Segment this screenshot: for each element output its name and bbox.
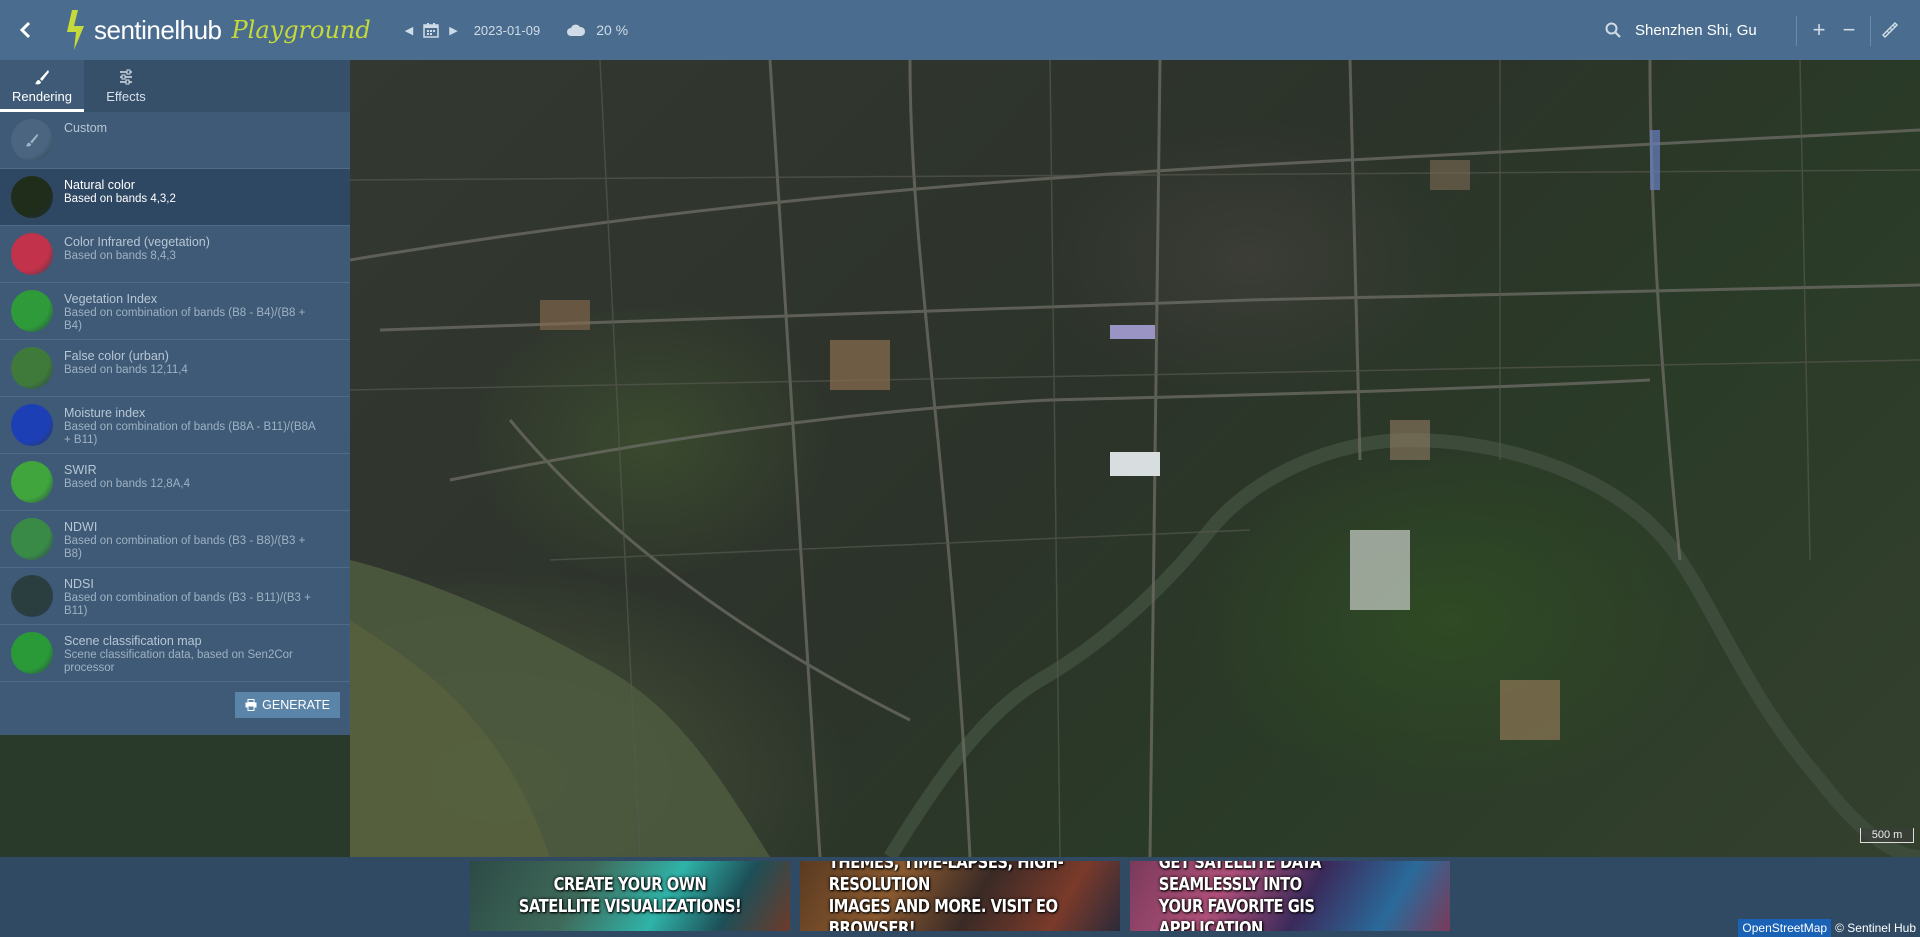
layer-item-scene-classification-map[interactable]: Scene classification map Scene classifica… <box>0 625 350 682</box>
cloud-value: 20 % <box>596 22 629 38</box>
layer-name: Custom <box>64 121 108 135</box>
logo-subtitle: Playground <box>231 16 371 44</box>
layer-thumbnail <box>11 233 53 275</box>
layer-thumbnail <box>11 461 53 503</box>
map-attribution: OpenStreetMap © Sentinel Hub <box>1738 919 1920 937</box>
layer-item-ndsi[interactable]: NDSI Based on combination of bands (B3 - … <box>0 568 350 625</box>
layer-name: NDSI <box>64 577 94 591</box>
brush-icon <box>35 70 49 85</box>
banner-gis-application[interactable]: GET SATELLITE DATA SEAMLESSLY INTO YOUR … <box>1130 861 1450 931</box>
scale-bar: 500 m <box>1860 828 1914 843</box>
layer-name: Color Infrared (vegetation) <box>64 235 210 249</box>
layer-thumbnail <box>11 632 53 674</box>
layer-name: Scene classification map <box>64 634 202 648</box>
banner-line: CREATE YOUR OWN <box>553 874 707 895</box>
layer-thumbnail <box>11 404 53 446</box>
date-control: ◀ ▶ 2023-01-09 <box>399 22 540 38</box>
layer-item-natural-color[interactable]: Natural color Based on bands 4,3,2 <box>0 169 350 226</box>
layer-thumbnail <box>11 518 53 560</box>
divider <box>1796 16 1797 46</box>
layer-name: SWIR <box>64 463 97 477</box>
back-button[interactable] <box>0 0 50 60</box>
cloud-coverage[interactable]: 20 % <box>566 22 628 38</box>
layer-description: Based on bands 8,4,3 <box>64 250 176 262</box>
layer-name: False color (urban) <box>64 349 169 363</box>
layer-description: Based on bands 4,3,2 <box>64 193 176 205</box>
layer-thumbnail <box>11 176 53 218</box>
brush-icon <box>11 119 53 161</box>
tab-effects[interactable]: Effects <box>84 60 168 112</box>
banner-line: THEMES, TIME-LAPSES, HIGH-RESOLUTION <box>828 861 1064 895</box>
search-box <box>1605 0 1767 60</box>
layer-item-custom[interactable]: Custom <box>0 112 350 169</box>
banner-line: YOUR FAVORITE GIS APPLICATION <box>1158 896 1315 931</box>
layer-name: NDWI <box>64 520 98 534</box>
calendar-icon[interactable] <box>423 22 439 38</box>
osm-attribution-link[interactable]: OpenStreetMap <box>1738 919 1832 937</box>
panel-tabs: Rendering Effects <box>0 60 350 112</box>
layer-item-swir[interactable]: SWIR Based on bands 12,8A,4 <box>0 454 350 511</box>
zoom-in-button[interactable]: + <box>1803 0 1835 60</box>
tab-rendering[interactable]: Rendering <box>0 60 84 112</box>
search-icon[interactable] <box>1605 22 1621 38</box>
layer-description: Based on combination of bands (B8A - B11… <box>64 421 316 446</box>
logo-text: sentinelhub <box>94 14 222 45</box>
sentinelhub-attribution: © Sentinel Hub <box>1835 921 1916 935</box>
layer-item-moisture-index[interactable]: Moisture index Based on combination of ba… <box>0 397 350 454</box>
layer-list: Custom Natural color Based on bands 4,3,2 C… <box>0 112 350 682</box>
layer-item-color-infrared-vegetation[interactable]: Color Infrared (vegetation) Based on band… <box>0 226 350 283</box>
printer-icon <box>245 699 257 711</box>
tab-label: Effects <box>106 89 146 104</box>
layer-description: Based on bands 12,8A,4 <box>64 478 190 490</box>
layer-item-vegetation-index[interactable]: Vegetation Index Based on combination of … <box>0 283 350 340</box>
zoom-out-button[interactable]: − <box>1833 0 1865 60</box>
layer-thumbnail <box>11 347 53 389</box>
logo[interactable]: sentinelhub Playground <box>50 0 371 60</box>
date-value[interactable]: 2023-01-09 <box>474 23 541 38</box>
layer-thumbnail <box>11 575 53 617</box>
sentinelhub-logo-icon <box>67 10 84 50</box>
chevron-left-icon <box>19 21 31 39</box>
layer-description: Based on bands 12,11,4 <box>64 364 188 376</box>
layer-description: Based on combination of bands (B8 - B4)/… <box>64 307 306 332</box>
layer-description: Based on combination of bands (B3 - B8)/… <box>64 535 306 560</box>
search-input[interactable] <box>1633 14 1767 46</box>
layer-item-false-color-urban[interactable]: False color (urban) Based on bands 12,11,… <box>0 340 350 397</box>
layer-name: Natural color <box>64 178 135 192</box>
layer-description: Based on combination of bands (B3 - B11)… <box>64 592 311 617</box>
banner-line: GET SATELLITE DATA SEAMLESSLY INTO <box>1158 861 1322 895</box>
measure-button[interactable] <box>1874 0 1906 60</box>
layers-panel: Rendering Effects Custom Natural color Bas… <box>0 60 350 735</box>
ruler-icon <box>1881 21 1899 39</box>
divider <box>1870 16 1871 46</box>
layer-name: Moisture index <box>64 406 146 420</box>
banner-line: IMAGES AND MORE. VISIT EO BROWSER! <box>828 896 1058 931</box>
banner-eo-browser[interactable]: THEMES, TIME-LAPSES, HIGH-RESOLUTION IMA… <box>800 861 1120 931</box>
banner-create-visualizations[interactable]: CREATE YOUR OWN SATELLITE VISUALIZATIONS… <box>470 861 790 931</box>
generate-label: GENERATE <box>262 698 330 712</box>
sliders-icon <box>120 69 132 85</box>
next-date-button[interactable]: ▶ <box>449 24 457 37</box>
map-features <box>350 60 1920 857</box>
banner-line: SATELLITE VISUALIZATIONS! <box>518 896 742 917</box>
layer-name: Vegetation Index <box>64 292 158 306</box>
top-bar: sentinelhub Playground ◀ ▶ 2023-01-09 20… <box>0 0 1920 60</box>
prev-date-button[interactable]: ◀ <box>405 24 413 37</box>
layer-thumbnail <box>11 290 53 332</box>
cloud-icon <box>567 24 586 36</box>
bottom-bar: CREATE YOUR OWN SATELLITE VISUALIZATIONS… <box>0 857 1920 937</box>
tab-label: Rendering <box>12 89 72 104</box>
layer-item-ndwi[interactable]: NDWI Based on combination of bands (B3 - … <box>0 511 350 568</box>
satellite-map[interactable]: 500 m <box>350 60 1920 857</box>
layer-description: Scene classification data, based on Sen2… <box>64 649 293 674</box>
generate-button[interactable]: GENERATE <box>235 692 340 718</box>
